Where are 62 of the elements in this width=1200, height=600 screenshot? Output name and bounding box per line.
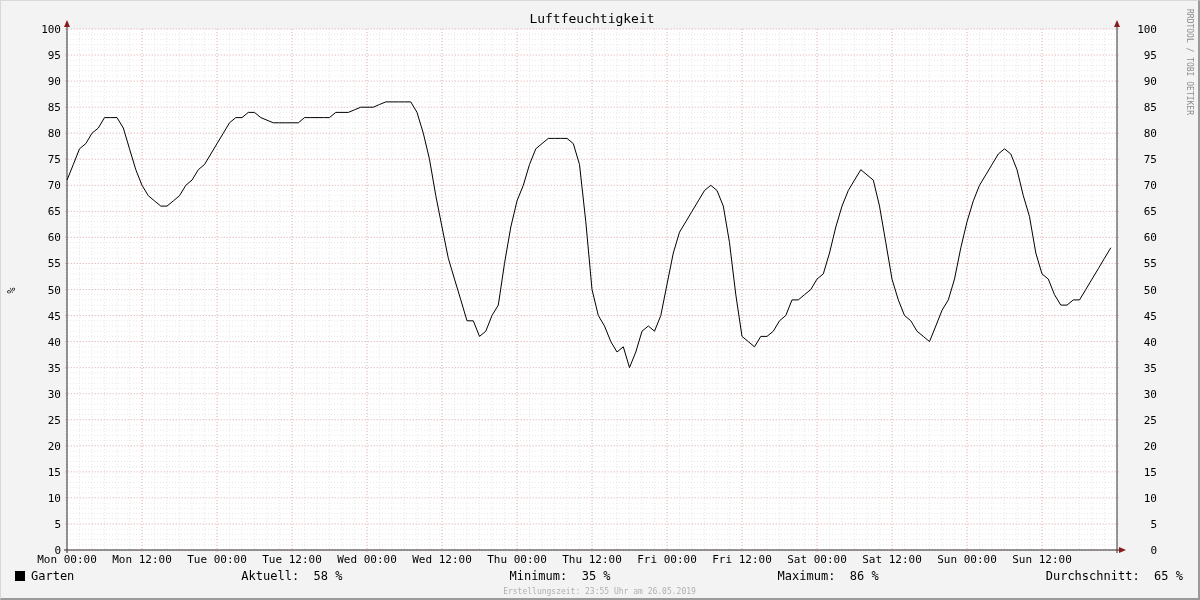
tick-label: Tue 12:00 <box>262 553 322 566</box>
tick-label: 15 <box>1143 465 1157 479</box>
tick-label: 40 <box>47 335 61 349</box>
tick-label: Tue 00:00 <box>187 553 247 566</box>
tick-label: 45 <box>47 309 61 323</box>
tick-label: 85 <box>1143 101 1157 115</box>
stat-text: Maximum: 86 % <box>777 569 879 583</box>
tick-label: Wed 00:00 <box>337 553 397 566</box>
tick-label: 40 <box>1143 335 1157 349</box>
stat-text: Durchschnitt: 65 % <box>1045 569 1183 583</box>
tick-label: 60 <box>1143 231 1157 245</box>
tick-label: Wed 12:00 <box>412 553 472 566</box>
tick-label: Thu 00:00 <box>487 553 547 566</box>
tick-label: 60 <box>47 231 61 245</box>
tick-label: 80 <box>47 127 61 141</box>
tick-label: 10 <box>1143 491 1157 505</box>
tick-label: 100 <box>41 23 61 36</box>
stat-text: Aktuell: 58 % <box>241 569 343 583</box>
tick-label: 65 <box>1143 205 1157 219</box>
tick-label: 5 <box>54 517 61 531</box>
chart-title: Luftfeuchtigkeit <box>529 11 655 26</box>
tick-label: 30 <box>1143 387 1157 401</box>
tick-label: 20 <box>1143 439 1157 453</box>
tick-label: Sun 12:00 <box>1012 553 1072 566</box>
credit-text: RRDTOOL / TOBI OETIKER <box>1185 9 1194 115</box>
tick-label: 5 <box>1150 517 1157 531</box>
tick-label: 55 <box>47 257 61 271</box>
tick-label: 25 <box>47 413 61 427</box>
tick-label: Sat 00:00 <box>787 553 847 566</box>
tick-label: Sat 12:00 <box>862 553 922 566</box>
tick-label: Fri 12:00 <box>712 553 772 566</box>
tick-label: 35 <box>47 361 61 375</box>
tick-label: 75 <box>1143 153 1157 167</box>
tick-label: 20 <box>47 439 61 453</box>
tick-label: 70 <box>1143 179 1157 193</box>
axis-label: % <box>6 287 17 294</box>
tick-label: 65 <box>47 205 61 219</box>
legend-label: Garten <box>31 569 75 583</box>
tick-label: 35 <box>1143 361 1157 375</box>
tick-label: Sun 00:00 <box>937 553 997 566</box>
tick-label: Mon 12:00 <box>112 553 172 566</box>
tick-label: 25 <box>1143 413 1157 427</box>
tick-label: 50 <box>1143 283 1157 297</box>
tick-label: 70 <box>47 179 61 193</box>
stat-text: Minimum: 35 % <box>509 569 611 583</box>
tick-label: 95 <box>47 49 61 63</box>
tick-label: Fri 00:00 <box>637 553 697 566</box>
tick-label: 100 <box>1137 23 1157 36</box>
tick-label: 15 <box>47 465 61 479</box>
tick-label: 85 <box>47 101 61 115</box>
tick-label: 30 <box>47 387 61 401</box>
tick-label: Thu 12:00 <box>562 553 622 566</box>
tick-label: 90 <box>47 75 61 89</box>
tick-label: 95 <box>1143 49 1157 63</box>
tick-label: 0 <box>1150 544 1157 557</box>
tick-label: 80 <box>1143 127 1157 141</box>
tick-label: 50 <box>47 283 61 297</box>
tick-label: 55 <box>1143 257 1157 271</box>
tick-label: 75 <box>47 153 61 167</box>
tick-label: 90 <box>1143 75 1157 89</box>
tick-label: 45 <box>1143 309 1157 323</box>
tick-label: 10 <box>47 491 61 505</box>
